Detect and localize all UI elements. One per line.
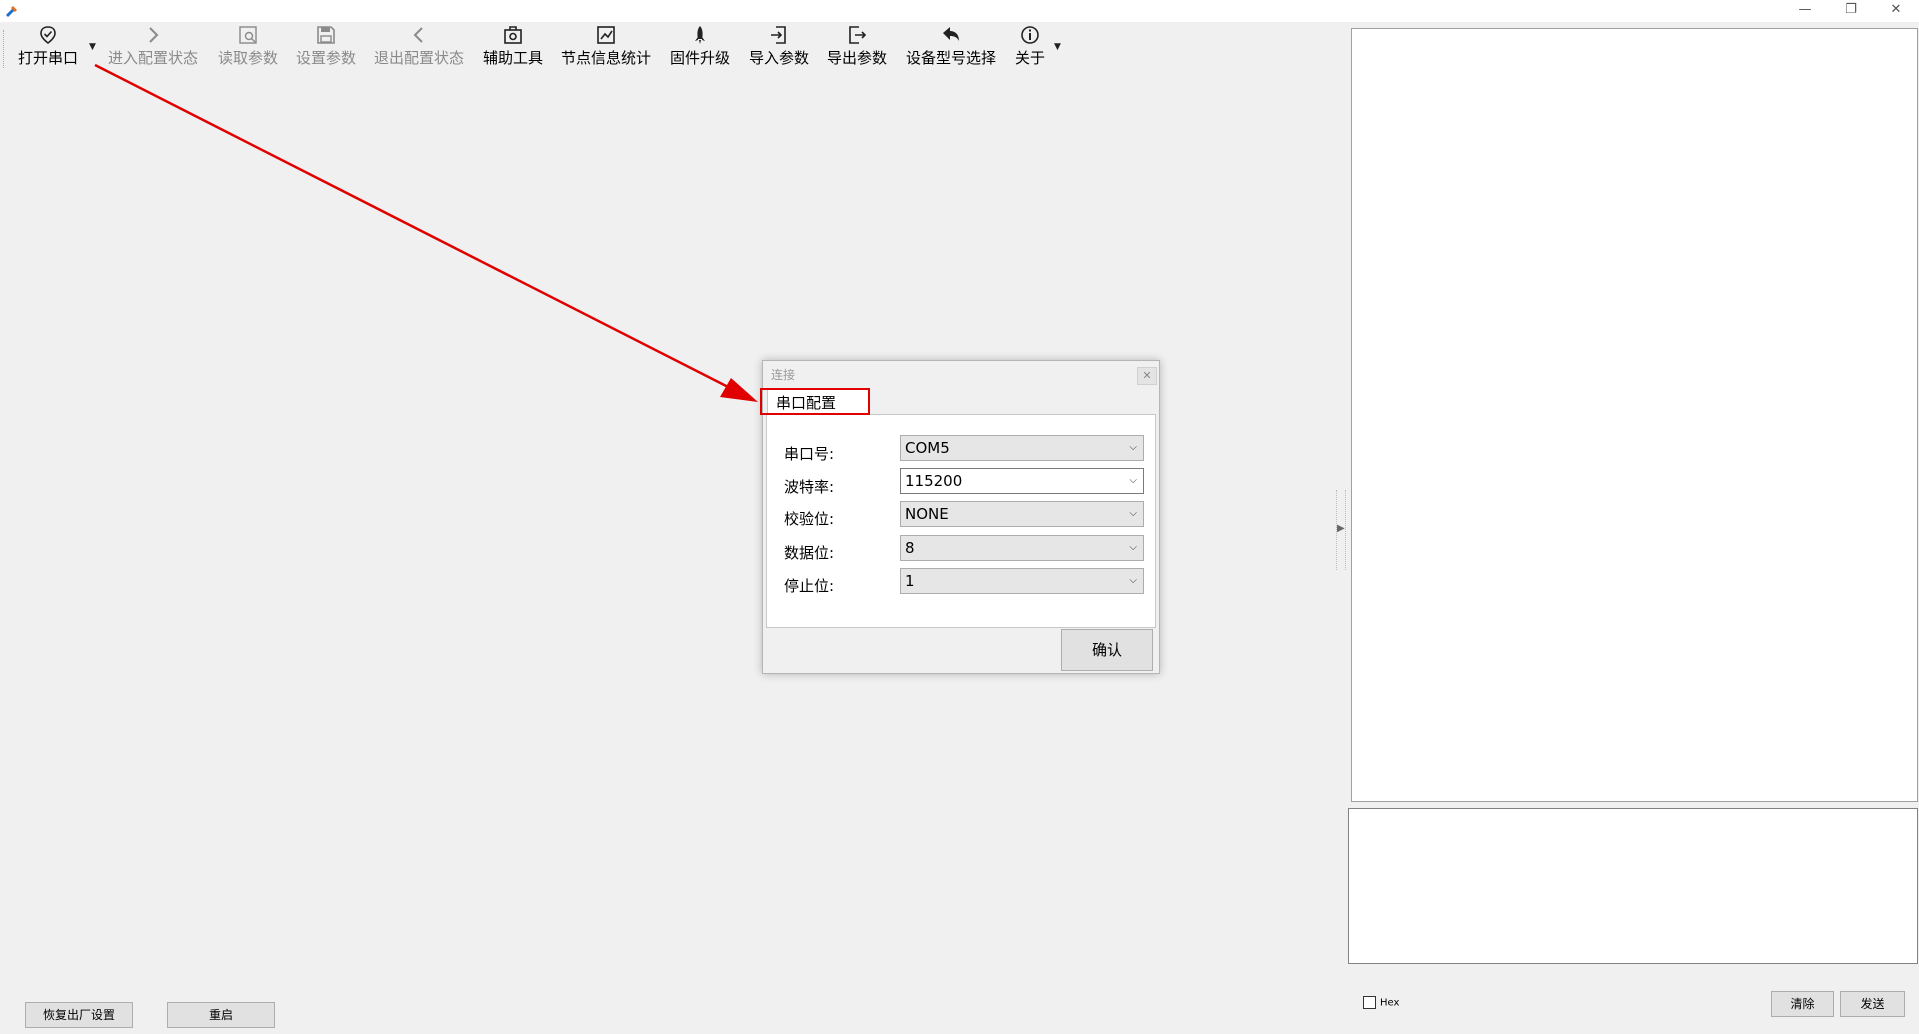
annotation-arrow: [94, 63, 758, 402]
